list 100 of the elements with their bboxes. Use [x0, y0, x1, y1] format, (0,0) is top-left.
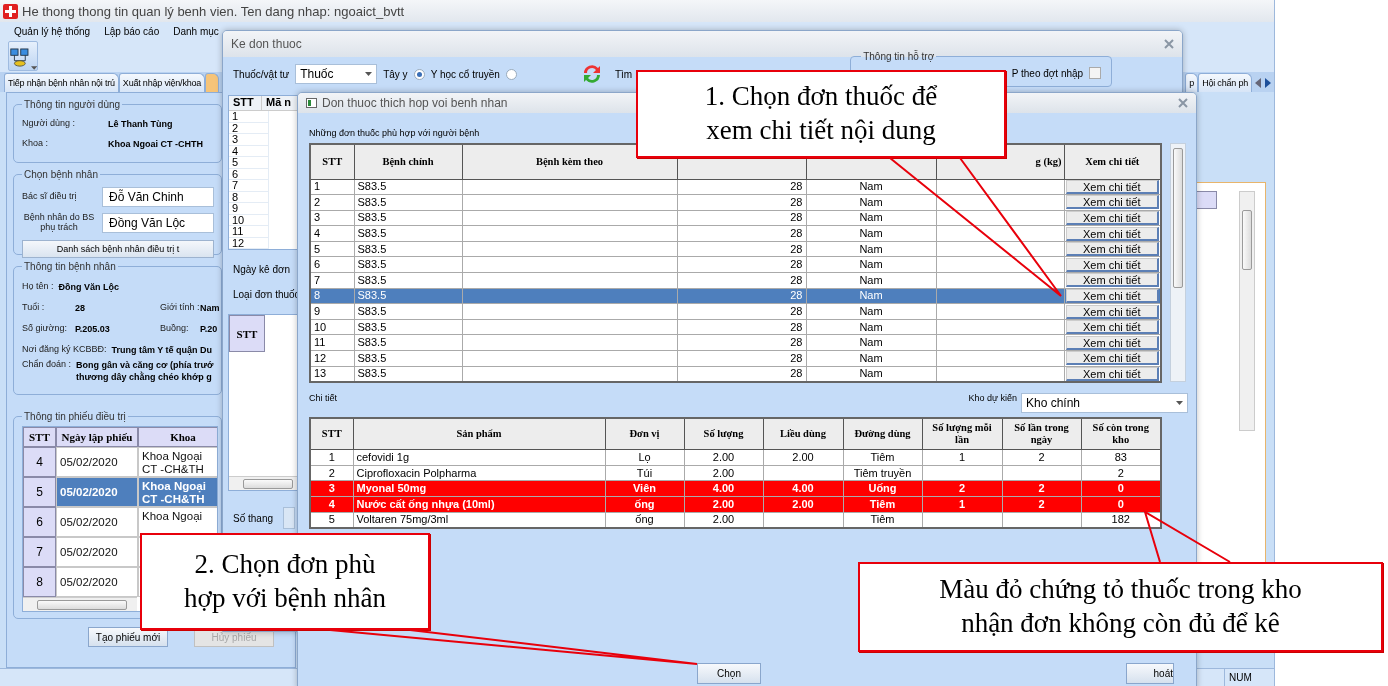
vertical-scrollbar[interactable] [1239, 191, 1255, 431]
field-label: Ngày kê đơn [233, 264, 292, 275]
menu-item[interactable]: Danh mục [173, 25, 219, 37]
field-value: 28 [75, 302, 86, 313]
column-header: Đơn vị [605, 417, 684, 450]
column-header: Sản phẩm [353, 417, 605, 450]
row-number: 3 [229, 134, 269, 146]
dialog-button[interactable]: Chọn [697, 662, 761, 684]
dropdown-arrow-icon [1176, 400, 1183, 405]
input-field[interactable]: Đỗ Văn Chinh [102, 187, 214, 207]
scroll-right-icon[interactable] [1264, 78, 1272, 88]
scroll-left-icon[interactable] [1254, 78, 1262, 88]
field-label: Giới tính : [160, 302, 200, 313]
view-details-button[interactable]: Xem chi tiết [1065, 304, 1159, 319]
field-label: Chẩn đoán : [22, 360, 72, 370]
horizontal-scrollbar[interactable] [23, 597, 137, 611]
group-title: Thông tin người dùng [23, 99, 122, 110]
view-details-button[interactable]: Xem chi tiết [1065, 367, 1159, 381]
patient-list-button[interactable]: Danh sách bệnh nhân điều trị t [22, 240, 214, 258]
tab[interactable] [205, 73, 220, 92]
action-button[interactable]: Tạo phiếu mới [88, 627, 168, 647]
close-icon[interactable] [1178, 98, 1188, 108]
group-title: Thông tin bệnh nhân [23, 261, 117, 272]
toolbar-button[interactable] [8, 41, 38, 71]
field-value: Nam [200, 302, 220, 313]
column-header: STT [310, 144, 354, 179]
input-field[interactable]: Đồng Văn Lộc [102, 213, 214, 233]
column-header: Ngày lập phiếu [56, 427, 138, 447]
column-header: STT [310, 417, 353, 450]
field-value: Lê Thanh Tùng [108, 119, 173, 129]
dropdown-arrow-icon [30, 66, 37, 70]
dropdown-arrow-icon [365, 72, 373, 76]
row-number: 5 [23, 477, 56, 507]
table-cell[interactable]: 05/02/2020 [56, 477, 138, 507]
tab[interactable]: p [1185, 73, 1199, 92]
table-cell[interactable]: 05/02/2020 [56, 447, 138, 477]
row-number: 2 [229, 122, 269, 134]
table-cell[interactable]: 05/02/2020 [56, 507, 138, 537]
row-number: 7 [23, 537, 56, 567]
annotation-callout: 2. Chọn đơn phù hợp với bệnh nhân [140, 533, 430, 630]
column-header: STT [229, 315, 265, 352]
view-details-button[interactable]: Xem chi tiết [1065, 320, 1159, 334]
annotation-callout: 1. Chọn đơn thuốc để xem chi tiết nội dung [636, 70, 1006, 158]
radio-button[interactable] [505, 68, 517, 80]
view-details-button[interactable]: Xem chi tiết [1065, 289, 1159, 303]
window-title: Don thuoc thich hop voi benh nhan [322, 96, 508, 110]
type-select[interactable]: Thuốc [295, 64, 378, 84]
field-label: Số giường: [22, 323, 68, 334]
view-details-button[interactable]: Xem chi tiết [1065, 242, 1159, 256]
field-value: Khoa Ngoai CT -CHTH [108, 139, 203, 149]
field-value: Trung tâm Y tế quận Du [111, 344, 213, 355]
table-cell: Khoa Ngoại CT -CH&TH [138, 477, 217, 507]
row-number: 6 [23, 507, 56, 537]
field-label: Họ tên : [22, 281, 54, 292]
status-indicator: NUM [1224, 669, 1268, 686]
radio-button[interactable] [413, 68, 425, 80]
column-header: STT [23, 427, 56, 447]
window-title: He thong thong tin quan lý benh vien. Ten dang nhap: ngoaict_bvtt [22, 3, 405, 19]
group-title: Thông tin phiếu điều trị [23, 411, 127, 422]
group-title: Chọn bệnh nhân [23, 169, 99, 180]
tab[interactable]: Xuất nhập viện/khoa [118, 73, 206, 92]
row-number: 8 [229, 191, 269, 203]
view-details-button[interactable]: Xem chi tiết [1065, 226, 1159, 241]
table-cell: Khoa Ngoại CT -CH&TH [138, 447, 217, 477]
section-caption: Chi tiết [309, 392, 337, 403]
column-header: Bệnh chính [354, 144, 462, 179]
group-title: Thông tin hỗ trợ [862, 51, 936, 62]
tab[interactable]: Hội chẩn ph [1198, 73, 1252, 92]
view-details-button[interactable]: Xem chi tiết [1065, 335, 1159, 350]
window-icon [306, 98, 317, 108]
annotation-callout: Màu đỏ chứng tỏ thuốc trong kho nhận đơn không còn đủ để kê [858, 562, 1383, 652]
field-label: Bệnh nhân do BS phụ trách [22, 213, 96, 233]
field-label: Tuổi : [22, 302, 46, 313]
view-details-button[interactable]: Xem chi tiết [1065, 273, 1159, 288]
window-title: Ke don thuoc [231, 37, 302, 51]
menu-item[interactable]: Lập báo cáo [104, 25, 160, 37]
vertical-scrollbar[interactable] [1170, 143, 1186, 382]
field-value: P.20 [200, 323, 218, 334]
menu-item[interactable]: Quản lý hệ thống [14, 25, 91, 37]
row-number: 10 [229, 214, 269, 226]
view-details-button[interactable]: Xem chi tiết [1065, 351, 1159, 366]
row-number: 6 [229, 168, 269, 180]
view-details-button[interactable]: Xem chi tiết [1065, 211, 1159, 225]
view-details-button[interactable]: Xem chi tiết [1065, 257, 1159, 272]
input-field[interactable] [283, 507, 295, 529]
row-number: 5 [229, 157, 269, 169]
close-icon[interactable] [1164, 39, 1174, 49]
view-details-button[interactable]: Xem chi tiết [1065, 195, 1159, 210]
column-header: Xem chi tiết [1064, 144, 1161, 179]
table-cell[interactable]: 05/02/2020 [56, 537, 138, 567]
computers-icon [9, 46, 31, 70]
row-number: 9 [229, 203, 269, 215]
column-header: STT [229, 96, 262, 110]
dialog-button[interactable]: hoát [1126, 662, 1174, 684]
tab[interactable]: Tiếp nhận bệnh nhân nội trú [4, 73, 119, 92]
field-value: Đồng Văn Lộc [58, 281, 120, 292]
warehouse-select[interactable]: Kho chính [1021, 392, 1188, 413]
checkbox-label: P theo đợt nhập [1011, 67, 1084, 79]
table-cell[interactable]: 05/02/2020 [56, 567, 138, 597]
checkbox[interactable] [1089, 67, 1102, 79]
